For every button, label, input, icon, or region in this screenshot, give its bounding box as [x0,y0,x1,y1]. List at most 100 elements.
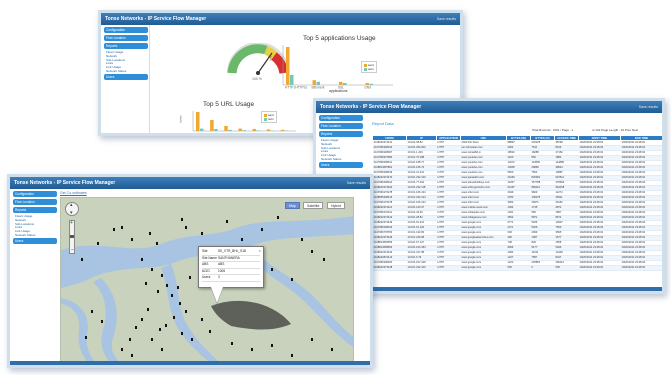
site-marker-icon[interactable] [135,326,137,329]
popup-pointer [211,287,223,303]
site-marker-icon[interactable] [171,294,173,297]
map-canvas[interactable]: Map Satellite Hybrid ▴ ▾ + − × Site SK_VT… [60,197,354,363]
sidebar-item-flow-location[interactable]: Flow Location [319,123,363,129]
site-marker-icon[interactable] [311,250,313,253]
site-marker-icon[interactable] [277,216,279,219]
pan-up-icon[interactable]: ▴ [70,202,73,208]
column-header[interactable]: ACCESS TIME [554,135,579,141]
sidebar-item-reports[interactable]: Reports [319,131,363,137]
site-marker-icon[interactable] [141,318,143,321]
sidebar-item-reports[interactable]: Reports [13,207,57,213]
site-marker-icon[interactable] [121,226,123,229]
url-chart-title: Top 5 URL Usage [203,101,255,108]
site-marker-icon[interactable] [261,228,263,231]
site-marker-icon[interactable] [129,338,131,341]
save-results-link[interactable]: Save results [437,13,456,25]
map-type-hybrid-button[interactable]: Hybrid [327,202,346,209]
site-marker-icon[interactable] [131,238,133,241]
map-type-map-button[interactable]: Map [285,202,300,209]
site-marker-icon[interactable] [161,348,163,351]
site-marker-icon[interactable] [101,320,103,323]
legend-swatch-recv [364,67,367,71]
site-marker-icon[interactable] [156,242,158,245]
sidebar-item-configuration[interactable]: Configuration [104,27,148,33]
site-marker-icon[interactable] [159,328,161,331]
popup-value: SANTHANERA [218,255,240,260]
site-marker-icon[interactable] [209,330,211,333]
site-marker-icon[interactable] [181,218,183,221]
bar-sent [286,47,290,85]
site-marker-icon[interactable] [271,344,273,347]
sidebar-item-configuration[interactable]: Configuration [13,191,57,197]
table-cell: 530 [554,265,579,271]
popup-key: ACID [202,268,210,273]
map-type-satellite-button[interactable]: Satellite [303,202,324,209]
site-marker-icon[interactable] [157,290,159,293]
site-marker-icon[interactable] [166,284,168,287]
sidebar-divider [149,25,150,133]
site-marker-icon[interactable] [185,310,187,313]
site-marker-icon[interactable] [85,336,87,339]
close-icon[interactable]: × [259,248,261,253]
sidebar-item-reports[interactable]: Reports [104,43,148,49]
site-marker-icon[interactable] [179,302,181,305]
site-marker-icon[interactable] [141,258,143,261]
save-results-link[interactable]: Save results [639,101,658,113]
get-coordinates-link[interactable]: Get Co-ordinates [60,191,87,195]
site-marker-icon[interactable] [131,354,133,357]
site-marker-icon[interactable] [201,232,203,235]
site-marker-icon[interactable] [241,238,243,241]
zoom-handle[interactable] [70,235,74,238]
site-marker-icon[interactable] [181,332,183,335]
zoom-in-icon[interactable]: + [70,221,73,226]
site-marker-icon[interactable] [91,310,93,313]
column-header[interactable]: APPLICATION [436,135,461,141]
site-marker-icon[interactable] [323,258,325,261]
site-marker-icon[interactable] [301,238,303,241]
sidebar-item-configuration[interactable]: Configuration [319,115,363,121]
site-marker-icon[interactable] [271,268,273,271]
pan-down-icon[interactable]: ▾ [70,210,73,216]
bar-sent [224,126,228,131]
site-marker-icon[interactable] [147,308,149,311]
zoom-slider[interactable]: + − [69,220,75,254]
site-marker-icon[interactable] [149,232,151,235]
site-marker-icon[interactable] [81,258,83,261]
bar-sent [196,112,200,131]
save-results-link[interactable]: Save results [347,177,366,189]
site-marker-icon[interactable] [177,286,179,289]
site-marker-icon[interactable] [251,348,253,351]
site-marker-icon[interactable] [161,274,163,277]
site-marker-icon[interactable] [121,348,123,351]
site-marker-icon[interactable] [231,342,233,345]
site-marker-icon[interactable] [185,226,187,229]
site-marker-icon[interactable] [291,354,293,357]
pagination[interactable]: of 101 Page Length : 10 Prev Next [592,128,638,132]
zoom-out-icon[interactable]: − [71,248,74,253]
site-marker-icon[interactable] [311,338,313,341]
site-marker-icon[interactable] [97,242,99,245]
sidebar-item-users[interactable]: Users [319,161,363,168]
sidebar-item-users[interactable]: Users [13,237,57,244]
map-titlebar: Tonse Networks - IP Service Flow Manager… [10,177,370,189]
site-marker-icon[interactable] [113,228,115,231]
site-marker-icon[interactable] [189,276,191,279]
site-marker-icon[interactable] [145,282,147,285]
pan-control[interactable]: ▴ ▾ [65,202,79,216]
site-marker-icon[interactable] [201,318,203,321]
site-marker-icon[interactable] [226,220,228,223]
site-marker-icon[interactable] [151,338,153,341]
site-marker-icon[interactable] [173,316,175,319]
site-marker-icon[interactable] [191,338,193,341]
legend-swatch-sent [264,113,267,117]
bar-sent [210,120,214,131]
map-dark-region [211,300,291,330]
sidebar-item-users[interactable]: Users [104,73,148,80]
site-marker-icon[interactable] [151,268,153,271]
sidebar-item-flow-location[interactable]: Flow Location [13,199,57,205]
sidebar-item-flow-location[interactable]: Flow Location [104,35,148,41]
site-marker-icon[interactable] [331,348,333,351]
site-marker-icon[interactable] [291,278,293,281]
url-chart-ylabel: bytes [178,115,183,123]
site-marker-icon[interactable] [165,324,167,327]
